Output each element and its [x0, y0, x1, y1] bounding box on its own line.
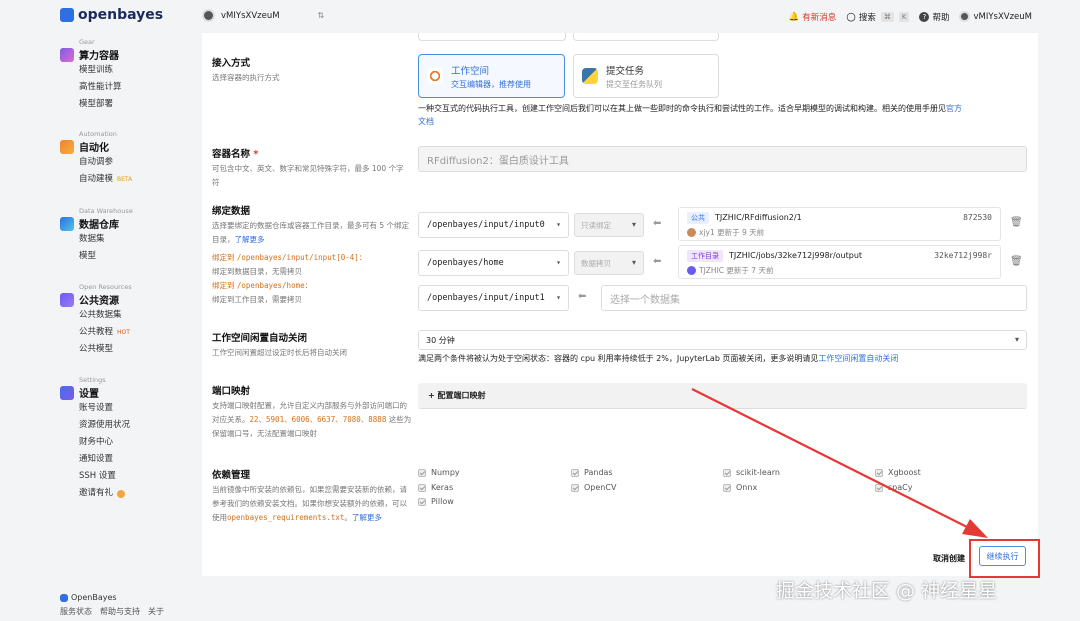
annotation-arrow-line: [691, 388, 978, 533]
annotation-arrow-head: [962, 519, 988, 538]
annotation-highlight-box: [969, 539, 1040, 578]
watermark: 掘金技术社区 @ 神经星星: [776, 580, 998, 602]
annotation-arrow: [691, 388, 988, 538]
